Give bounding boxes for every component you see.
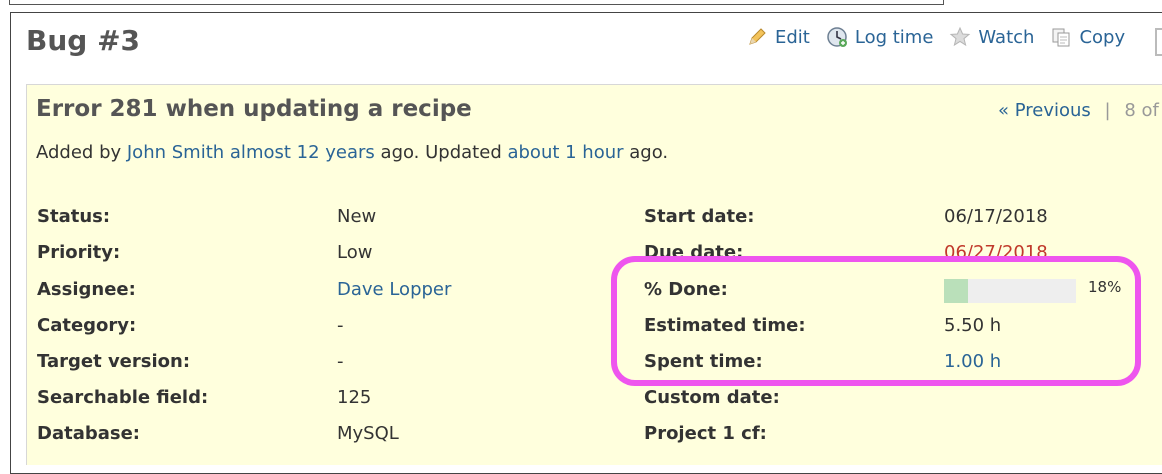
watch-label: Watch [978,26,1035,48]
page-title: Bug #3 [26,24,141,57]
done-ratio-label: % Done: [644,279,728,300]
start-date-label: Start date: [644,206,755,227]
start-date-value: 06/17/2018 [944,206,1048,227]
watch-button[interactable]: Watch [949,26,1034,48]
created-link[interactable]: almost 12 years [230,142,375,163]
due-date-value: 06/27/2018 [944,242,1048,263]
top-frame [9,0,944,5]
estimated-time-label: Estimated time: [644,315,806,336]
priority-value: Low [337,242,373,263]
author-link[interactable]: John Smith [127,142,224,163]
copy-label: Copy [1079,26,1126,48]
database-value: MySQL [337,423,399,444]
edit-button[interactable]: Edit [746,26,810,48]
edit-label: Edit [775,26,810,48]
issue-subject: Error 281 when updating a recipe [36,96,472,122]
done-progress-bar [944,279,1076,303]
spent-time-label: Spent time: [644,351,763,372]
status-value: New [337,206,377,227]
database-label: Database: [37,423,140,444]
custom-date-label: Custom date: [644,387,780,408]
previous-link[interactable]: « Previous [998,100,1091,121]
copy-icon [1052,28,1070,47]
copy-button[interactable]: Copy [1050,26,1125,48]
clock-icon [827,27,847,47]
author-mid-text: ago. Updated [374,142,508,163]
done-progress-fill [944,279,968,303]
spent-time-link[interactable]: 1.00 h [944,351,1001,372]
contextual-actions: Edit Log time Watch Copy [746,26,1141,48]
issue-navigation: « Previous | 8 of [998,100,1159,121]
author-line: Added by John Smith almost 12 years ago.… [36,142,668,163]
due-date-label: Due date: [644,242,744,263]
target-version-value: - [337,351,344,372]
status-label: Status: [37,206,111,227]
searchable-field-label: Searchable field: [37,387,209,408]
priority-label: Priority: [37,242,121,263]
assignee-link[interactable]: Dave Lopper [337,279,451,300]
assignee-label: Assignee: [37,279,136,300]
target-version-label: Target version: [37,351,191,372]
author-prefix: Added by [36,142,127,163]
log-time-button[interactable]: Log time [826,26,934,48]
updated-link[interactable]: about 1 hour [507,142,623,163]
pencil-icon [749,28,766,45]
nav-position: 8 of [1124,100,1159,121]
category-value: - [337,315,344,336]
nav-separator: | [1104,100,1111,121]
searchable-field-value: 125 [337,387,372,408]
done-percent: 18% [1088,278,1122,296]
estimated-time-value: 5.50 h [944,315,1002,336]
log-time-label: Log time [854,26,934,48]
star-icon [950,26,971,47]
delete-icon[interactable] [1155,28,1162,56]
project-cf-label: Project 1 cf: [644,423,767,444]
author-suffix: ago. [623,142,669,163]
category-label: Category: [37,315,137,336]
